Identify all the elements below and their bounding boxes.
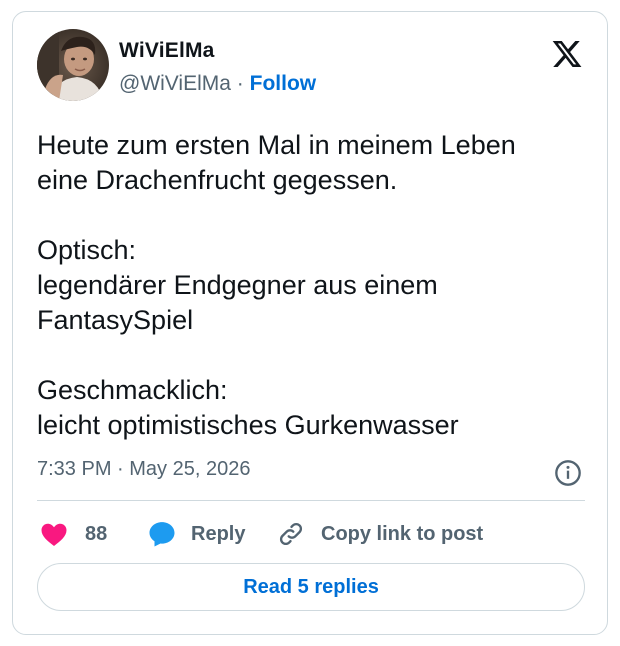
copy-link-label: Copy link to post [321, 522, 484, 545]
x-logo-icon[interactable] [551, 38, 583, 70]
tweet-card: WiViElMa @WiViElMa · Follow Heute zum er… [12, 11, 608, 635]
author-handle[interactable]: @WiViElMa [119, 72, 231, 95]
tweet-timestamp[interactable]: 7:33 PM · May 25, 2026 [37, 458, 250, 481]
author-handle-row: @WiViElMa · Follow [119, 72, 316, 96]
read-replies-button[interactable]: Read 5 replies [37, 563, 585, 611]
heart-icon [41, 523, 67, 546]
speech-bubble-icon [149, 522, 175, 547]
info-icon[interactable] [554, 459, 582, 487]
tweet-text: Heute zum ersten Mal in meinem Leben ein… [37, 130, 516, 440]
divider [37, 500, 585, 501]
read-replies-label: Read 5 replies [243, 575, 379, 598]
follow-button[interactable]: Follow [250, 72, 317, 95]
like-count: 88 [85, 522, 108, 545]
author-display-name[interactable]: WiViElMa [119, 39, 215, 63]
reply-label: Reply [191, 522, 246, 545]
link-icon [279, 522, 303, 546]
avatar[interactable] [37, 29, 109, 101]
copy-link-button[interactable]: Copy link to post [277, 516, 483, 552]
like-button[interactable]: 88 [39, 516, 107, 552]
avatar-image [37, 29, 109, 101]
separator-dot: · [236, 72, 244, 95]
reply-button[interactable]: Reply [147, 516, 245, 552]
